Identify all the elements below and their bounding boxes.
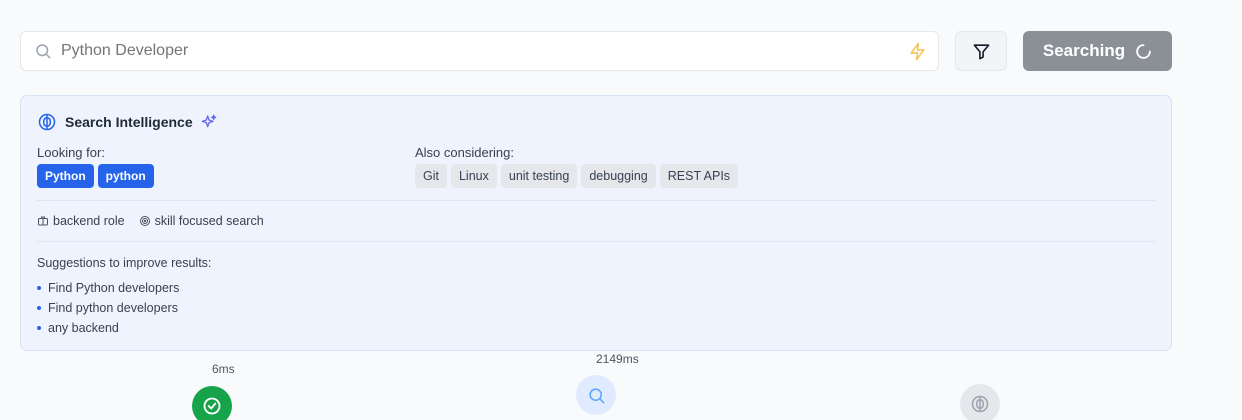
suggestion-item[interactable]: Find Python developers [37,278,211,298]
also-considering-chip[interactable]: Git [415,164,447,188]
step-1-indicator [192,386,232,420]
intent-tags: backend role skill focused search [37,214,264,228]
lightning-icon[interactable] [908,42,927,61]
looking-for-chip[interactable]: python [97,164,154,188]
bullet-icon [37,326,41,330]
filter-button[interactable] [955,31,1007,71]
tag-skill-focused: skill focused search [139,214,264,228]
panel-header: Search Intelligence [37,112,217,132]
briefcase-icon [38,216,48,226]
suggestion-item[interactable]: Find python developers [37,298,211,318]
also-considering-label: Also considering: [415,145,514,160]
also-considering-chips: Git Linux unit testing debugging REST AP… [415,164,739,188]
tag-label: backend role [53,214,125,228]
step-1-time: 6ms [212,362,235,376]
step-2-indicator [576,375,616,415]
check-icon [203,397,221,415]
divider [37,200,1155,201]
search-input[interactable] [61,32,901,70]
suggestions: Suggestions to improve results: Find Pyt… [37,256,211,338]
tag-backend-role: backend role [37,214,125,228]
divider [37,241,1155,242]
spinner-icon [1136,43,1151,59]
target-icon [139,216,150,226]
panel-title: Search Intelligence [65,114,193,130]
search-button[interactable]: Searching [1023,31,1172,71]
suggestions-title: Suggestions to improve results: [37,256,212,270]
search-icon [36,44,51,59]
also-considering-chip[interactable]: unit testing [500,164,578,188]
tag-label: skill focused search [154,214,264,228]
step-3-indicator [960,384,1000,420]
bullet-icon [37,306,41,310]
bullet-icon [37,286,41,290]
step-2-time: 2149ms [596,352,639,366]
looking-for-label: Looking for: [37,145,105,160]
suggestion-item[interactable]: any backend [37,318,211,338]
brain-icon [38,113,56,131]
also-considering-chip[interactable]: debugging [581,164,656,188]
search-box[interactable] [20,31,939,71]
filter-icon [973,43,989,59]
suggestion-text: Find python developers [48,301,178,315]
search-icon [588,387,604,403]
sparkles-icon [201,114,216,128]
looking-for-chips: Python python [37,164,154,188]
also-considering-chip[interactable]: REST APIs [659,164,739,188]
suggestion-text: Find Python developers [48,281,180,295]
search-intelligence-panel: Search Intelligence Looking for: Python … [20,95,1172,351]
brain-icon [971,395,989,413]
also-considering-chip[interactable]: Linux [450,164,497,188]
search-button-label: Searching [1042,41,1126,60]
looking-for-chip[interactable]: Python [37,164,94,188]
suggestion-text: any backend [48,321,119,335]
suggestions-list: Find Python developers Find python devel… [37,278,211,338]
